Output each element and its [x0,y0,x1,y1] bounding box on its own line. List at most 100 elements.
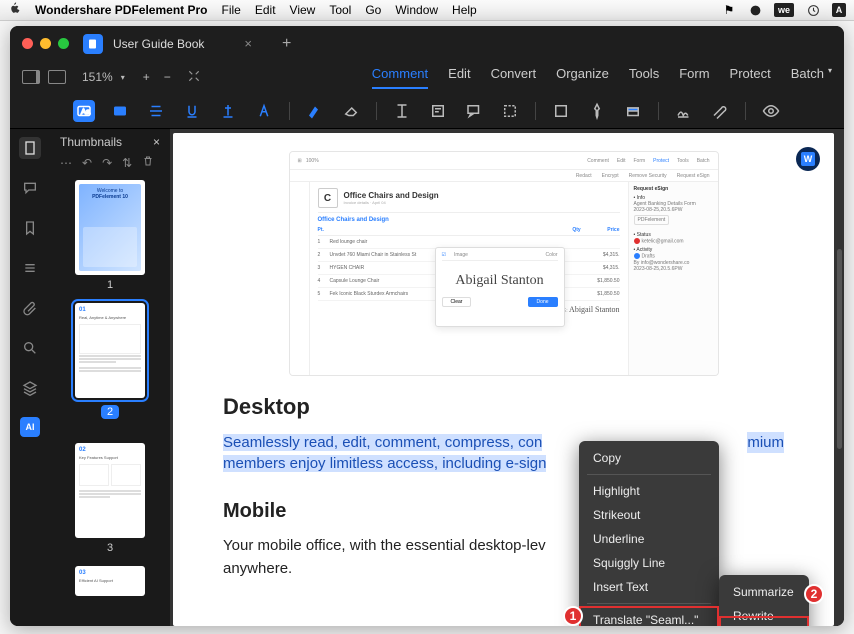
nav-batch[interactable]: Batch [791,66,824,89]
ctx-copy[interactable]: Copy [579,446,719,470]
apple-icon[interactable] [8,2,21,18]
panel-toggle-icon[interactable] [48,70,66,84]
attachment-tool-icon[interactable] [709,100,731,122]
ctx-summarize[interactable]: Summarize [719,580,809,604]
eraser-tool-icon[interactable] [340,100,362,122]
thumb-undo-icon[interactable]: ↶ [82,156,92,170]
menu-edit[interactable]: Edit [255,3,276,17]
callout-tool-icon[interactable] [463,100,485,122]
vertical-scrollbar[interactable] [837,249,842,449]
maximize-window-button[interactable] [58,38,69,49]
floating-ai-badge[interactable]: W [796,147,820,171]
text-caret-tool-icon[interactable] [391,100,413,122]
shape-tool-icon[interactable] [550,100,572,122]
text-style-tool-icon[interactable] [253,100,275,122]
status-shield-icon[interactable] [748,3,762,17]
thumb-more-icon[interactable]: ⋯ [60,156,72,170]
rail-search-icon[interactable] [19,337,41,359]
callout-2: 2 [804,584,824,604]
menu-tool[interactable]: Tool [329,3,351,17]
ctx-underline[interactable]: Underline [579,527,719,551]
thumbnail-page-2[interactable]: 01 Real, Anytime & Anywhere [75,303,145,398]
selected-text[interactable]: Seamlessly read, edit, comment, compress… [223,434,542,451]
document-tab[interactable]: User Guide Book × [113,36,252,51]
nav-tabs: Comment Edit Convert Organize Tools Form… [372,66,832,89]
zoom-out-button[interactable]: − [164,70,171,84]
stamp-tool-icon[interactable] [622,100,644,122]
text-fill-tool-icon[interactable] [109,100,131,122]
menu-file[interactable]: File [222,3,241,17]
status-a-icon[interactable]: A [832,3,846,17]
text-box-tool-icon[interactable]: Aa [73,100,95,122]
eye-tool-icon[interactable] [760,100,782,122]
rail-attachments-icon[interactable] [19,297,41,319]
rail-layers-icon[interactable] [19,377,41,399]
close-window-button[interactable] [22,38,33,49]
context-submenu[interactable]: Summarize Rewrite Explain [719,575,809,626]
highlight-tool-icon[interactable] [304,100,326,122]
ctx-squiggly[interactable]: Squiggly Line [579,551,719,575]
rail-comments-icon[interactable] [19,177,41,199]
strikeout-tool-icon[interactable] [145,100,167,122]
nav-protect[interactable]: Protect [730,66,771,89]
rail-ai-icon[interactable]: AI [20,417,40,437]
thumbnail-page-4[interactable]: 03 Efficient AI Support [75,566,145,596]
menu-window[interactable]: Window [395,3,438,17]
fit-page-icon[interactable] [187,69,201,86]
selected-text-line2[interactable]: members enjoy limitless access, includin… [223,455,546,472]
nav-comment[interactable]: Comment [372,66,428,89]
thumbnail-page-3[interactable]: 02 Key Features Support [75,443,145,538]
zoom-level[interactable]: 151% [82,70,113,84]
tab-close-icon[interactable]: × [244,36,252,51]
zoom-dropdown-icon[interactable]: ▾ [121,73,125,82]
embedded-screenshot: ⊞ 100% Comment Edit Form Protect Tools B… [289,151,719,376]
nav-form[interactable]: Form [679,66,709,89]
menu-view[interactable]: View [290,3,316,17]
ctx-highlight[interactable]: Highlight [579,479,719,503]
underline-tool-icon[interactable] [181,100,203,122]
menu-help[interactable]: Help [452,3,477,17]
thumbnail-page-1[interactable]: Welcome toPDFelement 10 [75,180,145,275]
pin-tool-icon[interactable] [586,100,608,122]
app-logo-icon [83,34,103,54]
thumb-sort-icon[interactable]: ⇅ [122,156,132,170]
zoom-in-button[interactable]: + [143,70,150,84]
callout-1: 1 [563,606,583,626]
rail-bookmarks-icon[interactable] [19,217,41,239]
toolbar-separator [745,102,746,120]
status-we-icon[interactable]: we [774,3,794,17]
nav-convert[interactable]: Convert [491,66,537,89]
ctx-strikeout[interactable]: Strikeout [579,503,719,527]
rail-list-icon[interactable] [19,257,41,279]
nav-batch-dropdown-icon[interactable]: ▾ [828,66,832,89]
text-color-tool-icon[interactable] [217,100,239,122]
signature-tool-icon[interactable] [673,100,695,122]
document-view[interactable]: ⊞ 100% Comment Edit Form Protect Tools B… [170,129,844,626]
ctx-rewrite[interactable]: Rewrite [719,604,809,626]
thumbnails-close-icon[interactable]: × [153,135,160,149]
ctx-separator [587,603,711,604]
status-flag-icon[interactable]: ⚑ [722,3,736,17]
thumb-redo-icon[interactable]: ↷ [102,156,112,170]
sidebar-toggle-icon[interactable] [22,70,40,84]
minimize-window-button[interactable] [40,38,51,49]
note-tool-icon[interactable] [427,100,449,122]
window-controls[interactable] [22,38,69,49]
nav-tools[interactable]: Tools [629,66,659,89]
ctx-translate[interactable]: Translate "Seaml..." [579,608,719,626]
thumbnail-num-2: 2 [101,405,119,419]
area-tool-icon[interactable] [499,100,521,122]
status-clock-icon[interactable] [806,3,820,17]
nav-organize[interactable]: Organize [556,66,609,89]
thumbnail-num-1: 1 [60,279,160,291]
rail-thumbnails-icon[interactable] [19,137,41,159]
context-menu[interactable]: Copy Highlight Strikeout Underline Squig… [579,441,719,626]
ctx-separator [587,474,711,475]
nav-edit[interactable]: Edit [448,66,470,89]
ctx-insert-text[interactable]: Insert Text [579,575,719,599]
toolbar-separator [289,102,290,120]
thumbnail-num-3: 3 [60,542,160,554]
new-tab-button[interactable]: + [282,35,291,53]
menu-go[interactable]: Go [365,3,381,17]
thumb-trash-icon[interactable] [142,155,154,170]
